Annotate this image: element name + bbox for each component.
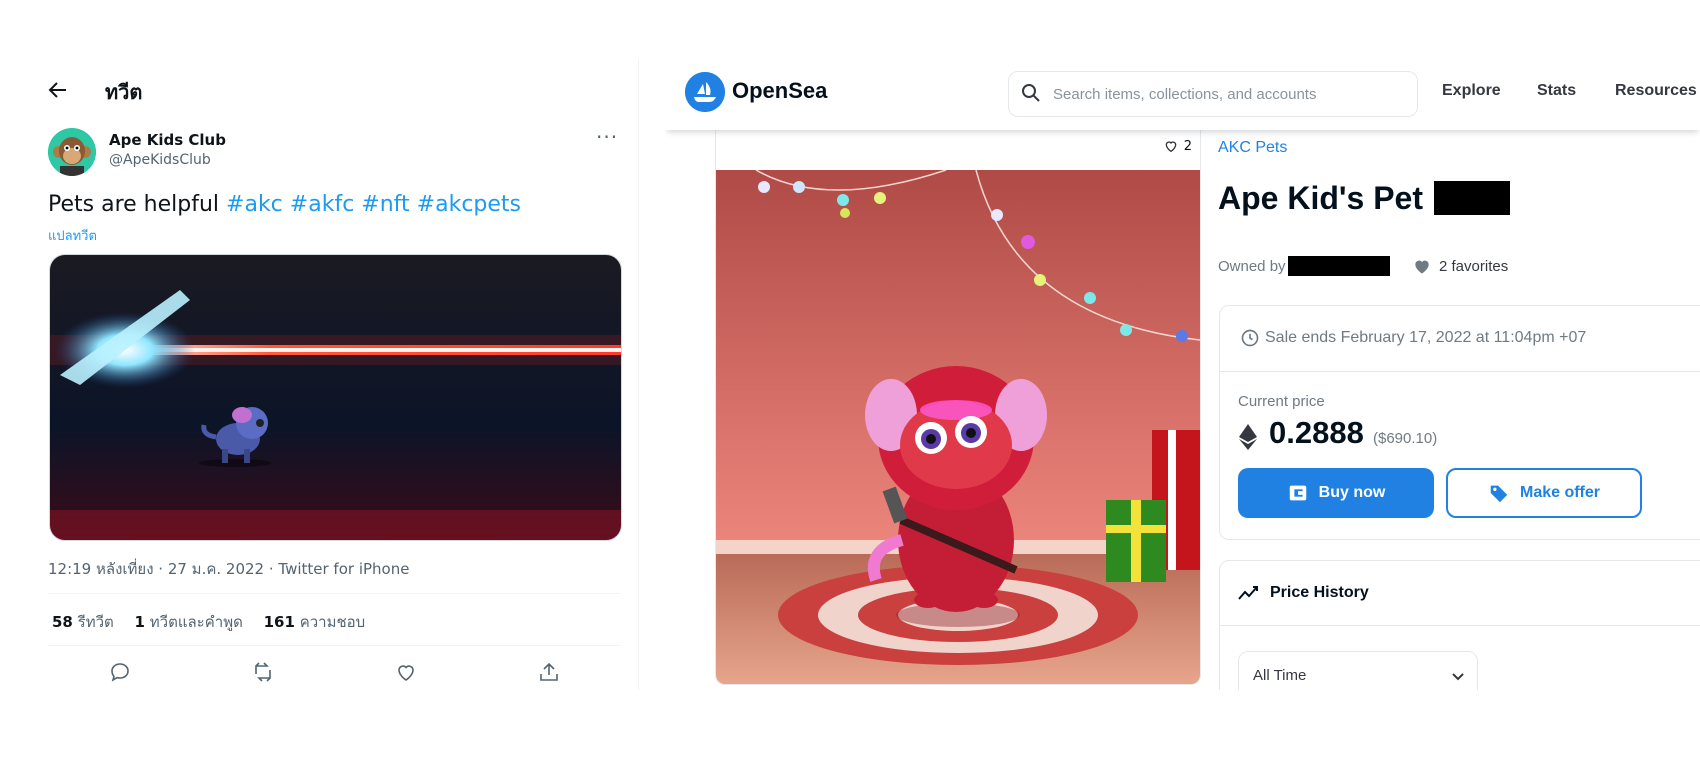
search-icon <box>1021 83 1041 107</box>
heart-outline-icon <box>1165 141 1177 153</box>
retweet-stat[interactable]: 58 รีทวีต <box>52 613 114 631</box>
back-arrow-icon[interactable] <box>46 78 70 102</box>
current-price-label: Current price <box>1238 393 1325 410</box>
redacted-block <box>1433 181 1510 215</box>
item-title-text: Ape Kid's Pet <box>1218 180 1423 216</box>
brand-name[interactable]: OpenSea <box>732 78 827 104</box>
search-box[interactable] <box>1008 71 1418 117</box>
favorites-count[interactable]: 2 favorites <box>1412 256 1508 276</box>
trend-line-icon <box>1238 583 1260 607</box>
divider <box>1219 371 1700 372</box>
redacted-owner[interactable] <box>1287 256 1390 276</box>
tweet-body: Pets are helpful <box>48 192 220 217</box>
item-title: Ape Kid's Pet <box>1218 180 1510 217</box>
sale-ends: Sale ends February 17, 2022 at 11:04pm +… <box>1240 328 1586 348</box>
tweet-meta: 12:19 หลังเที่ยง · 27 ม.ค. 2022 · Twitte… <box>48 560 410 578</box>
buy-now-button[interactable]: Buy now <box>1238 468 1434 518</box>
opensea-logo-icon[interactable] <box>685 72 725 112</box>
translate-link[interactable]: แปลทวีต <box>48 225 97 246</box>
hashtag-nft[interactable]: #nft <box>361 192 409 217</box>
heart-filled-icon <box>1415 260 1429 274</box>
author-name[interactable]: Ape Kids Club <box>109 131 226 149</box>
divider <box>48 593 620 594</box>
like-icon[interactable] <box>394 660 418 684</box>
like-stat[interactable]: 161 ความชอบ <box>264 613 366 631</box>
ethereum-icon <box>1239 424 1257 454</box>
page-title: ทวีต <box>105 80 143 104</box>
wallet-icon <box>1289 485 1306 501</box>
search-input[interactable] <box>1051 72 1415 116</box>
collection-link[interactable]: AKC Pets <box>1218 139 1287 157</box>
retweet-icon[interactable] <box>251 660 275 684</box>
opensea-panel: OpenSea Explore Stats Resources 2 <box>665 60 1700 690</box>
tweet-media-image[interactable] <box>49 254 622 541</box>
panel-divider <box>638 60 639 690</box>
nav-resources[interactable]: Resources <box>1615 82 1697 100</box>
author-handle[interactable]: @ApeKidsClub <box>109 152 211 168</box>
time-filter-select[interactable]: All Time <box>1238 651 1478 690</box>
tweet-text: Pets are helpful #akc #akfc #nft #akcpet… <box>48 192 521 217</box>
top-navbar: OpenSea Explore Stats Resources <box>665 60 1700 130</box>
buy-now-label: Buy now <box>1318 484 1386 501</box>
quote-stat[interactable]: 1 ทวีตและคำพูด <box>135 613 243 631</box>
owner-line: Owned by <box>1218 256 1390 276</box>
tweet-stats: 58 รีทวีต 1 ทวีตและคำพูด 161 ความชอบ <box>52 610 381 634</box>
nft-image[interactable] <box>716 169 1200 684</box>
price-usd: ($690.10) <box>1373 430 1438 447</box>
reply-icon[interactable] <box>108 660 132 684</box>
price-value: 0.2888 <box>1269 415 1364 450</box>
avatar[interactable] <box>48 128 96 176</box>
make-offer-button[interactable]: Make offer <box>1446 468 1642 518</box>
clock-icon <box>1241 329 1259 347</box>
share-icon[interactable] <box>537 660 561 684</box>
time-filter-value: All Time <box>1253 667 1307 684</box>
card-favorite[interactable]: 2 <box>1163 138 1192 154</box>
hashtag-akfc[interactable]: #akfc <box>290 192 355 217</box>
divider <box>48 645 620 646</box>
more-options-icon[interactable]: ··· <box>596 127 620 150</box>
favorites-label: 2 favorites <box>1439 257 1509 275</box>
owned-by-label: Owned by <box>1218 257 1286 275</box>
price-history-title[interactable]: Price History <box>1270 584 1369 602</box>
tag-icon <box>1490 485 1508 503</box>
tweet-panel: ทวีต Ape Kids Club @ApeKidsClub ··· Pets… <box>0 0 640 690</box>
card-favorite-count: 2 <box>1183 138 1192 154</box>
nav-stats[interactable]: Stats <box>1537 82 1576 100</box>
hashtag-akc[interactable]: #akc <box>226 192 283 217</box>
sale-ends-text: Sale ends February 17, 2022 at 11:04pm +… <box>1265 329 1587 346</box>
nav-explore[interactable]: Explore <box>1442 82 1501 100</box>
chevron-down-icon <box>1451 668 1465 687</box>
hashtag-akcpets[interactable]: #akcpets <box>417 192 521 217</box>
divider <box>1219 625 1700 626</box>
make-offer-label: Make offer <box>1519 484 1601 501</box>
item-image-card: 2 <box>715 130 1201 685</box>
